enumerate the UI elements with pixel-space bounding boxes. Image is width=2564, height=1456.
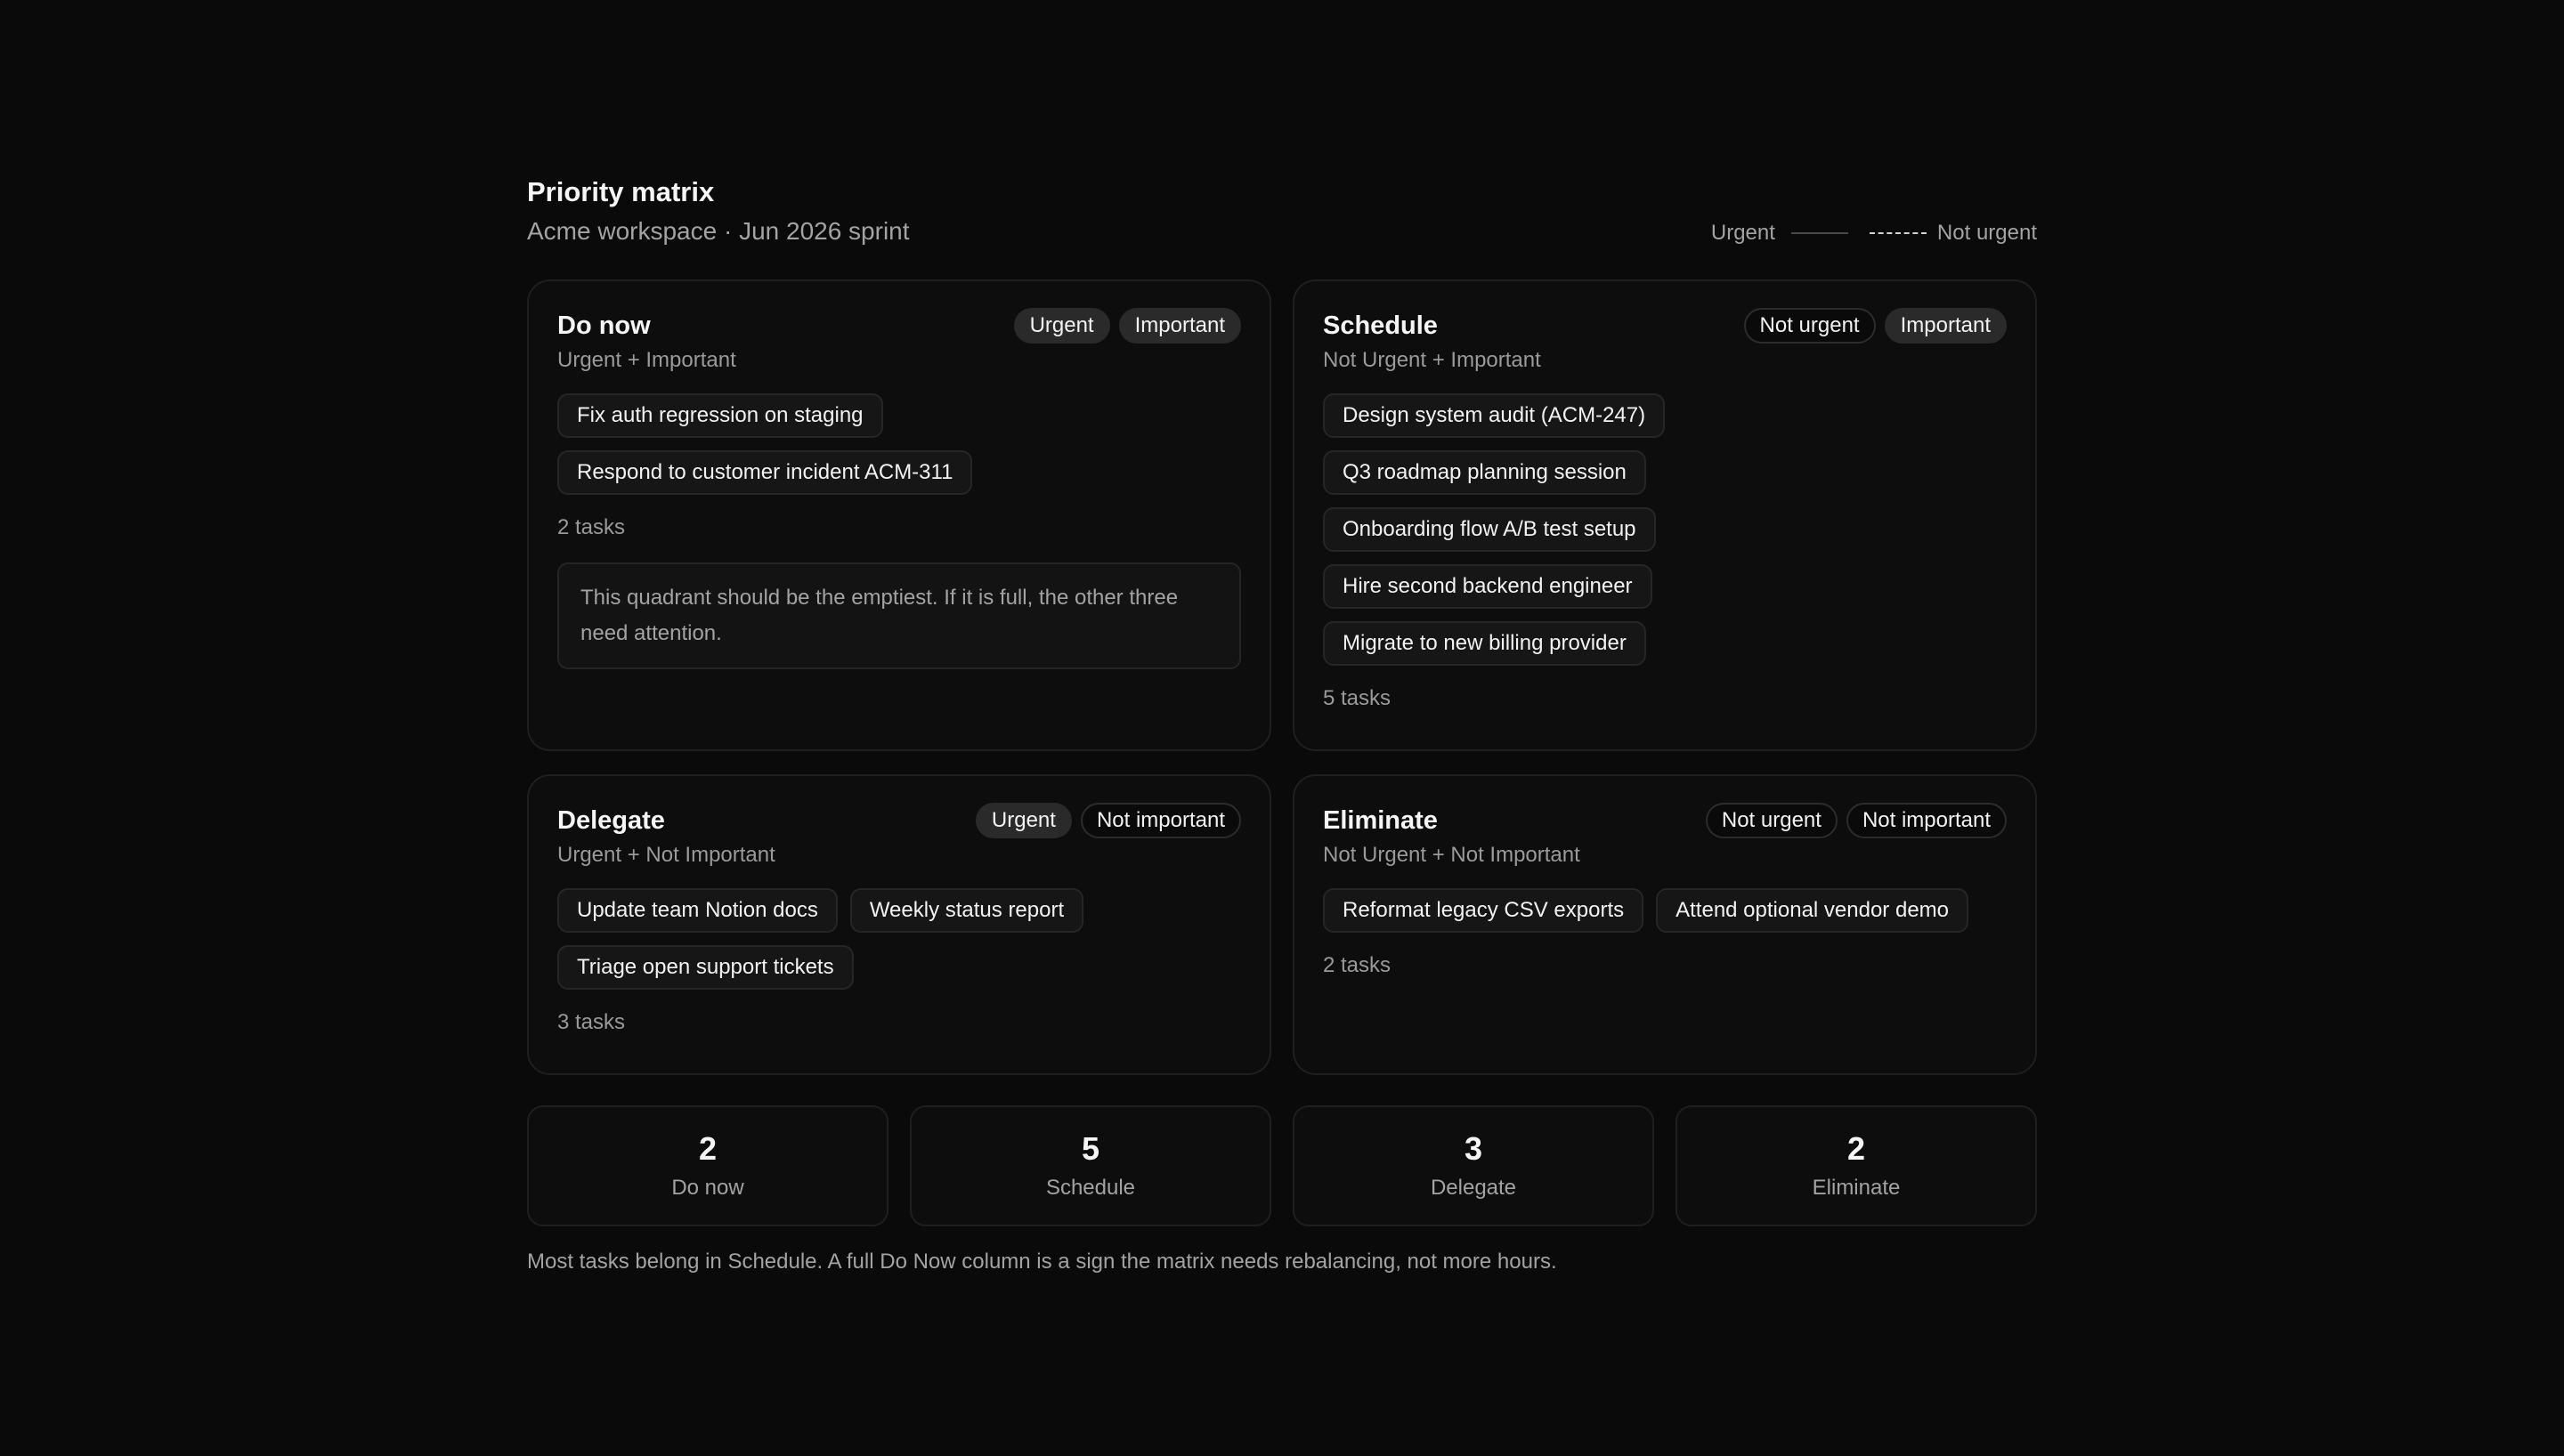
task-count: 3 tasks [557, 1010, 626, 1034]
badge-not-urgent: Not urgent [1705, 803, 1838, 838]
stat-card-eliminate: 2 Eliminate [1676, 1105, 2037, 1226]
stat-label: Do now [671, 1176, 744, 1200]
priority-matrix-page: Priority matrix Acme workspace · Jun 202… [527, 174, 2037, 1276]
quadrant-do-now: Do now Urgent + Important Urgent Importa… [527, 279, 1271, 751]
quadrant-subtitle: Not Urgent + Important [1323, 348, 1541, 372]
badge-important: Important [1118, 308, 1241, 344]
quadrant-note: This quadrant should be the emptiest. If… [557, 562, 1241, 669]
badge-not-important: Not important [1846, 803, 2007, 838]
stat-value: 3 [1464, 1130, 1483, 1167]
task-chip[interactable]: Update team Notion docs [557, 888, 838, 933]
task-chip[interactable]: Respond to customer incident ACM-311 [557, 450, 973, 495]
page-header: Priority matrix Acme workspace · Jun 202… [527, 174, 2037, 247]
footer-note: Most tasks belong in Schedule. A full Do… [527, 1250, 1557, 1274]
quadrant-title: Eliminate [1323, 806, 1438, 835]
page-title: Priority matrix [527, 176, 715, 207]
task-chip[interactable]: Q3 roadmap planning session [1323, 450, 1646, 495]
stat-label: Schedule [1045, 1176, 1136, 1200]
quadrant-title: Delegate [557, 806, 665, 835]
task-chip[interactable]: Triage open support tickets [557, 945, 854, 990]
stat-value: 2 [698, 1130, 718, 1167]
task-chip[interactable]: Reformat legacy CSV exports [1323, 888, 1644, 933]
stat-label: Delegate [1430, 1176, 1517, 1200]
quadrant-subtitle: Urgent + Important [557, 348, 736, 372]
quadrant-title: Do now [557, 311, 651, 340]
badge-not-urgent: Not urgent [1743, 308, 1876, 344]
legend-solid-line [1790, 232, 1848, 234]
legend-dashed-line [1869, 232, 1927, 234]
summary-stats: 2 Do now 5 Schedule 3 Delegate 2 Elimina… [527, 1105, 2037, 1226]
stat-label: Eliminate [1812, 1176, 1901, 1200]
urgency-legend: Urgent Not urgent [1711, 221, 2037, 246]
quadrant-eliminate: Eliminate Not Urgent + Not Important Not… [1293, 774, 2037, 1075]
stat-card-do-now: 2 Do now [527, 1105, 888, 1226]
task-chip[interactable]: Hire second backend engineer [1323, 564, 1652, 609]
task-count: 5 tasks [1323, 686, 1392, 710]
matrix-grid: Do now Urgent + Important Urgent Importa… [527, 279, 2037, 1075]
badge-urgent: Urgent [975, 803, 1072, 838]
stat-card-schedule: 5 Schedule [910, 1105, 1271, 1226]
stat-card-delegate: 3 Delegate [1293, 1105, 1654, 1226]
badge-not-important: Not important [1080, 803, 1241, 838]
legend-urgent-label: Urgent [1710, 221, 1775, 245]
task-count: 2 tasks [557, 515, 626, 539]
task-chip[interactable]: Attend optional vendor demo [1656, 888, 1969, 933]
task-chip[interactable]: Weekly status report [849, 888, 1084, 933]
stat-value: 5 [1081, 1130, 1100, 1167]
legend-not-urgent-label: Not urgent [1936, 221, 2037, 245]
quadrant-delegate: Delegate Urgent + Not Important Urgent N… [527, 774, 1271, 1075]
task-chip[interactable]: Fix auth regression on staging [557, 393, 883, 438]
badge-urgent: Urgent [1013, 308, 1110, 344]
badge-important: Important [1884, 308, 2007, 344]
stat-value: 2 [1846, 1130, 1866, 1167]
quadrant-subtitle: Urgent + Not Important [557, 843, 775, 867]
quadrant-schedule: Schedule Not Urgent + Important Not urge… [1293, 279, 2037, 751]
task-chip[interactable]: Design system audit (ACM-247) [1323, 393, 1666, 438]
quadrant-subtitle: Not Urgent + Not Important [1323, 843, 1580, 867]
task-count: 2 tasks [1323, 953, 1392, 977]
task-chip[interactable]: Onboarding flow A/B test setup [1323, 507, 1656, 552]
quadrant-title: Schedule [1323, 311, 1438, 340]
task-chip[interactable]: Migrate to new billing provider [1323, 621, 1646, 666]
